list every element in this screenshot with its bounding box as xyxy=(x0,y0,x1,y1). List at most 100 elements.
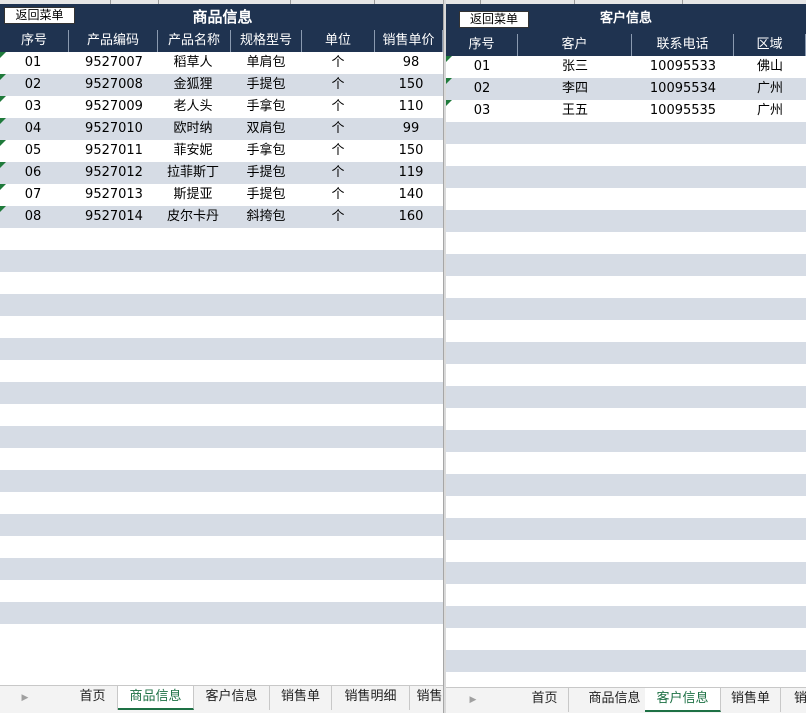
table-cell[interactable]: 个 xyxy=(302,162,374,184)
table-cell[interactable]: 个 xyxy=(302,96,374,118)
table-row[interactable] xyxy=(0,338,443,360)
table-row[interactable]: 04 9527010 欧时纳 双肩包个 99 xyxy=(0,118,443,140)
table-cell[interactable]: 9527007 xyxy=(66,52,162,74)
table-row[interactable] xyxy=(446,562,806,584)
table-row[interactable] xyxy=(446,584,806,606)
table-cell[interactable]: 手提包 xyxy=(230,184,302,206)
table-row[interactable] xyxy=(0,602,443,624)
table-row[interactable]: 02 李四 10095534 广州 xyxy=(446,78,806,100)
table-cell[interactable]: 10095534 xyxy=(632,78,734,100)
table-cell[interactable]: 03 xyxy=(446,100,518,122)
table-row[interactable]: 07 9527013 斯提亚 手提包个 140 xyxy=(0,184,443,206)
table-row[interactable] xyxy=(446,298,806,320)
table-row[interactable]: 05 9527011 菲安妮 手拿包个 150 xyxy=(0,140,443,162)
table-row[interactable] xyxy=(0,558,443,580)
table-cell[interactable]: 拉菲斯丁 xyxy=(160,162,226,184)
sheet-tab[interactable]: 销 xyxy=(781,688,806,712)
table-row[interactable]: 08 9527014 皮尔卡丹 斜挎包个 160 xyxy=(0,206,443,228)
table-cell[interactable]: 张三 xyxy=(518,56,632,78)
table-cell[interactable]: 斯提亚 xyxy=(160,184,226,206)
table-cell[interactable]: 119 xyxy=(378,162,443,184)
table-cell[interactable]: 老人头 xyxy=(160,96,226,118)
table-cell[interactable]: 个 xyxy=(302,74,374,96)
table-row[interactable] xyxy=(446,496,806,518)
table-cell[interactable]: 欧时纳 xyxy=(160,118,226,140)
table-cell[interactable]: 皮尔卡丹 xyxy=(160,206,226,228)
table-cell[interactable]: 08 xyxy=(0,206,66,228)
table-cell[interactable]: 03 xyxy=(0,96,66,118)
table-row[interactable] xyxy=(0,426,443,448)
table-cell[interactable]: 9527008 xyxy=(66,74,162,96)
table-cell[interactable]: 单肩包 xyxy=(230,52,302,74)
table-cell[interactable]: 个 xyxy=(302,118,374,140)
table-cell[interactable]: 9527014 xyxy=(66,206,162,228)
table-cell[interactable]: 手提包 xyxy=(230,162,302,184)
table-row[interactable] xyxy=(0,382,443,404)
sheet-tab[interactable]: 销售单 xyxy=(721,688,781,712)
table-row[interactable] xyxy=(0,470,443,492)
sheet-tab[interactable]: 销售 xyxy=(410,686,443,710)
table-row[interactable]: 03 王五 10095535 广州 xyxy=(446,100,806,122)
table-row[interactable] xyxy=(0,228,443,250)
table-row[interactable] xyxy=(446,386,806,408)
table-row[interactable] xyxy=(446,452,806,474)
table-row[interactable] xyxy=(446,430,806,452)
table-cell[interactable]: 手拿包 xyxy=(230,140,302,162)
table-cell[interactable]: 150 xyxy=(378,74,443,96)
table-row[interactable]: 02 9527008 金狐狸 手提包个 150 xyxy=(0,74,443,96)
table-row[interactable]: 01 张三 10095533 佛山 xyxy=(446,56,806,78)
table-row[interactable] xyxy=(0,404,443,426)
table-cell[interactable]: 金狐狸 xyxy=(160,74,226,96)
table-cell[interactable]: 05 xyxy=(0,140,66,162)
table-row[interactable] xyxy=(446,232,806,254)
table-row[interactable] xyxy=(0,250,443,272)
table-cell[interactable]: 手拿包 xyxy=(230,96,302,118)
table-row[interactable] xyxy=(446,276,806,298)
table-cell[interactable]: 9527010 xyxy=(66,118,162,140)
table-row[interactable] xyxy=(0,536,443,558)
table-cell[interactable]: 98 xyxy=(378,52,443,74)
table-row[interactable] xyxy=(446,166,806,188)
table-cell[interactable]: 02 xyxy=(446,78,518,100)
table-row[interactable] xyxy=(446,540,806,562)
table-cell[interactable]: 01 xyxy=(0,52,66,74)
back-to-menu-button[interactable]: 返回菜单 xyxy=(459,11,529,28)
table-cell[interactable]: 王五 xyxy=(518,100,632,122)
table-cell[interactable]: 9527009 xyxy=(66,96,162,118)
table-cell[interactable]: 个 xyxy=(302,184,374,206)
sheet-tab[interactable]: 商品信息 xyxy=(118,686,194,710)
table-cell[interactable]: 160 xyxy=(378,206,443,228)
table-row[interactable] xyxy=(0,316,443,338)
sheet-tab[interactable]: 销售单 xyxy=(270,686,332,710)
table-row[interactable] xyxy=(0,272,443,294)
sheet-tab[interactable]: 客户信息 xyxy=(645,688,721,712)
table-cell[interactable]: 稻草人 xyxy=(160,52,226,74)
tab-scroll-right-icon[interactable]: ▶ xyxy=(18,686,32,710)
table-row[interactable]: 01 9527007 稻草人 单肩包个 98 xyxy=(0,52,443,74)
table-row[interactable] xyxy=(446,518,806,540)
table-cell[interactable]: 广州 xyxy=(734,100,806,122)
table-cell[interactable]: 140 xyxy=(378,184,443,206)
table-cell[interactable]: 李四 xyxy=(518,78,632,100)
table-cell[interactable]: 广州 xyxy=(734,78,806,100)
table-row[interactable] xyxy=(446,144,806,166)
table-cell[interactable]: 110 xyxy=(378,96,443,118)
table-cell[interactable]: 9527013 xyxy=(66,184,162,206)
table-cell[interactable]: 个 xyxy=(302,140,374,162)
table-row[interactable] xyxy=(0,294,443,316)
table-cell[interactable]: 10095533 xyxy=(632,56,734,78)
table-cell[interactable]: 9527012 xyxy=(66,162,162,184)
sheet-tab[interactable]: 首页 xyxy=(68,686,118,710)
table-row[interactable] xyxy=(446,408,806,430)
table-cell[interactable]: 04 xyxy=(0,118,66,140)
table-cell[interactable]: 个 xyxy=(302,206,374,228)
table-row[interactable] xyxy=(446,188,806,210)
table-row[interactable] xyxy=(0,360,443,382)
back-to-menu-button[interactable]: 返回菜单 xyxy=(4,7,75,24)
table-cell[interactable]: 手提包 xyxy=(230,74,302,96)
table-row[interactable] xyxy=(446,606,806,628)
table-row[interactable] xyxy=(0,580,443,602)
table-row[interactable] xyxy=(446,320,806,342)
table-cell[interactable]: 9527011 xyxy=(66,140,162,162)
table-row[interactable]: 03 9527009 老人头 手拿包个 110 xyxy=(0,96,443,118)
